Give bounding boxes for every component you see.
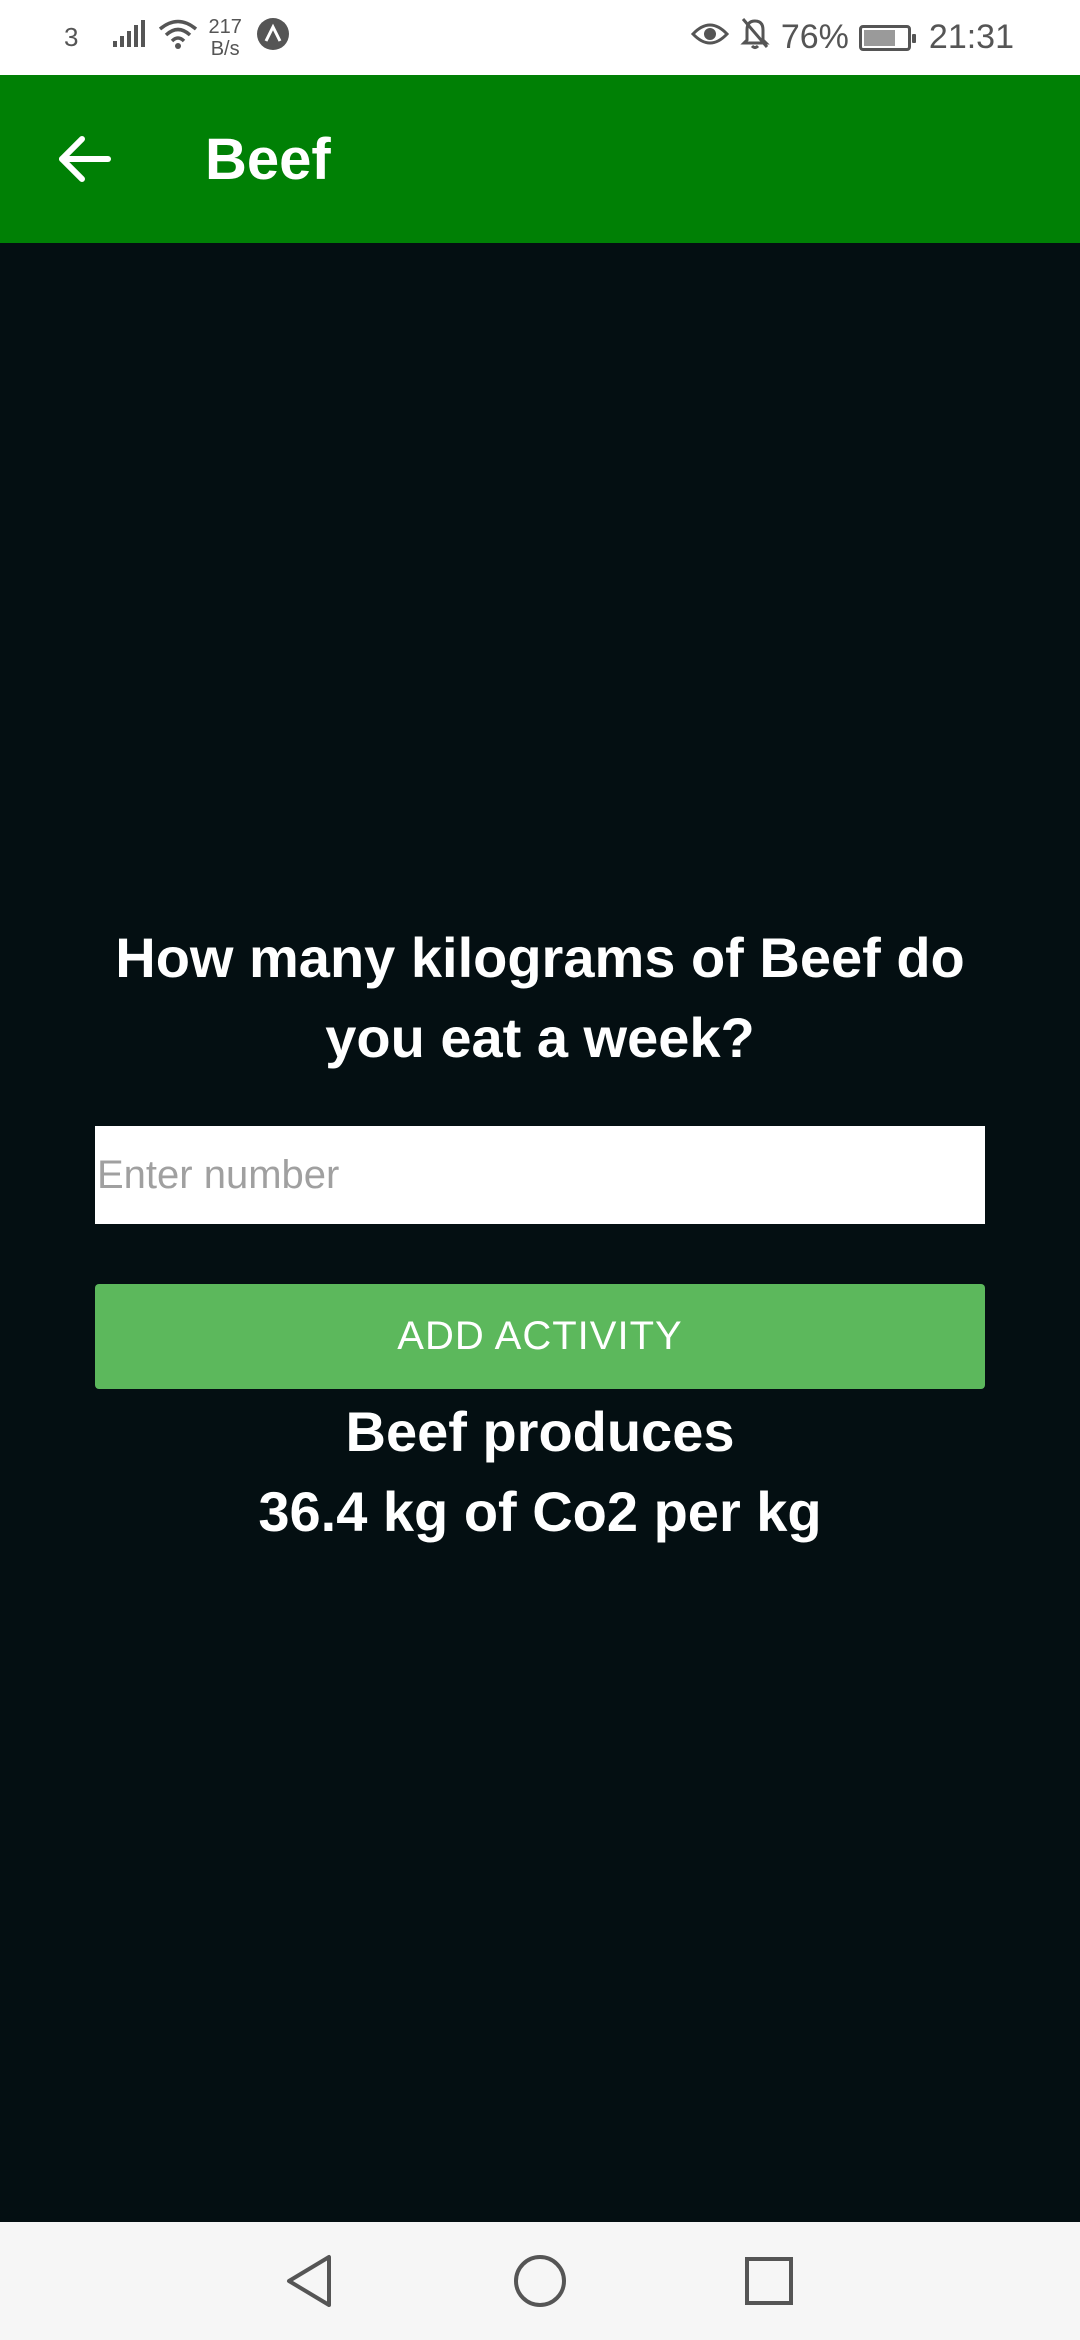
back-triangle-icon: [287, 2255, 331, 2307]
nav-back-button[interactable]: [274, 2246, 344, 2316]
bell-off-icon: [739, 16, 771, 59]
network-speed-value: 217: [208, 15, 242, 38]
app-notification-icon: [256, 17, 290, 58]
battery-level: [863, 29, 895, 46]
signal-icon: [112, 19, 146, 56]
carrier-label: 3: [64, 22, 79, 52]
emission-result: Beef produces 36.4 kg of Co2 per kg: [90, 1392, 990, 1552]
network-speed-unit: B/s: [210, 37, 240, 60]
status-bar-right: 76% 21:31: [681, 0, 1014, 75]
battery-percent: 76%: [780, 18, 849, 56]
arrow-left-icon: [59, 136, 111, 182]
home-circle-icon: [514, 2255, 566, 2307]
network-speed: 217 B/s: [208, 16, 241, 60]
clock: 21:31: [928, 18, 1014, 56]
wifi-icon: [158, 18, 198, 57]
page-title: Beef: [205, 126, 331, 192]
recents-square-icon: [745, 2257, 793, 2305]
status-bar-left: 3 217 B/s: [64, 0, 290, 75]
eye-icon: [690, 18, 729, 57]
nav-home-button[interactable]: [505, 2246, 575, 2316]
app-bar: Beef: [0, 75, 1080, 243]
battery-icon: [858, 24, 916, 51]
screen: 3 217 B/s 76% 21:31 Beef How many kilogr…: [0, 0, 1080, 2340]
emission-result-line1: Beef produces: [345, 1400, 735, 1463]
question-text: How many kilograms of Beef do you eat a …: [115, 926, 965, 1069]
add-activity-button[interactable]: ADD ACTIVITY: [95, 1284, 985, 1389]
system-nav-bar: [0, 2222, 1080, 2340]
emission-result-line2: 36.4 kg of Co2 per kg: [258, 1480, 822, 1543]
nav-recents-button[interactable]: [734, 2246, 804, 2316]
status-bar: 3 217 B/s 76% 21:31: [0, 0, 1080, 75]
kilograms-input[interactable]: [95, 1126, 985, 1224]
back-button[interactable]: [44, 119, 124, 199]
